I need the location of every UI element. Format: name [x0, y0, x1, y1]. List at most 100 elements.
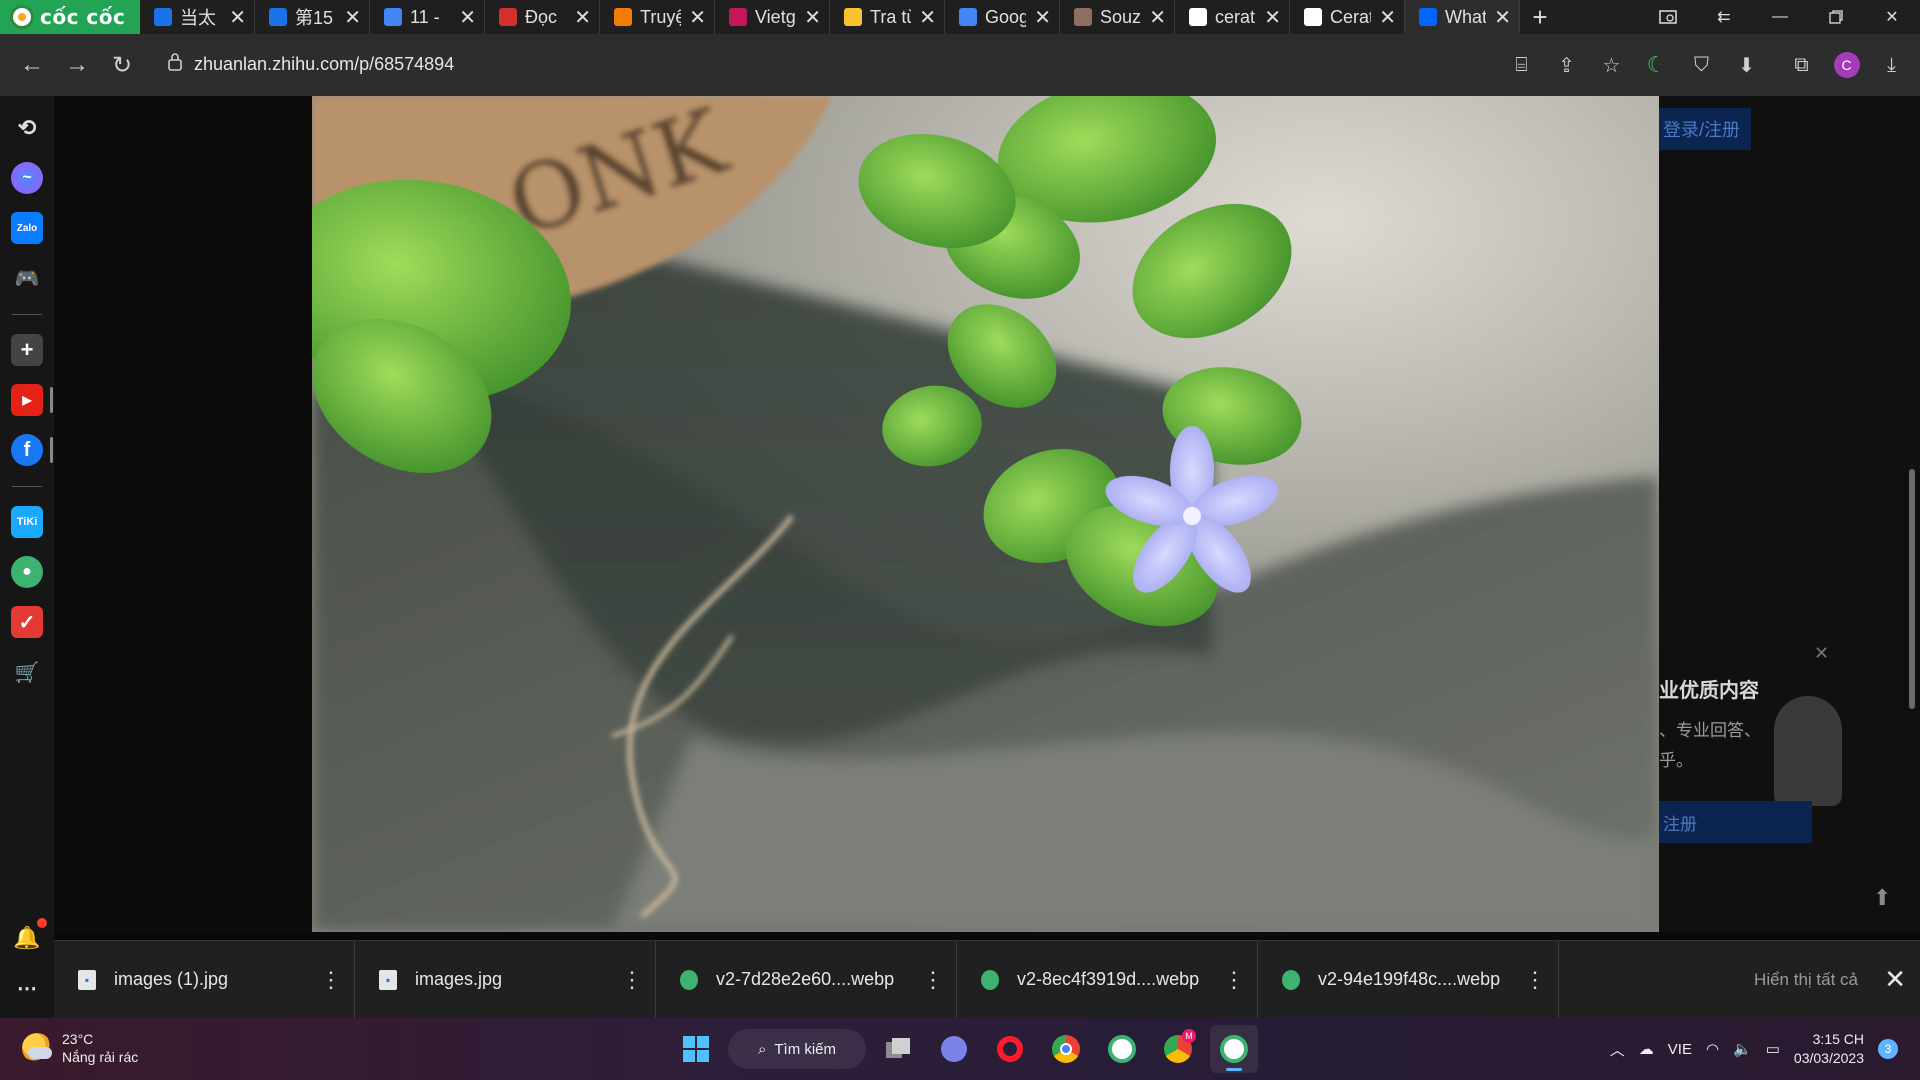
task-view-icon[interactable] — [874, 1025, 922, 1073]
battery-icon[interactable]: ▭ — [1766, 1040, 1780, 1058]
adblock-shield-icon[interactable]: ⛉ — [1679, 43, 1724, 88]
tab-6[interactable]: Tra từ ✕ — [830, 0, 945, 34]
clock-time: 3:15 CH — [1812, 1031, 1864, 1047]
dict-icon — [844, 8, 862, 26]
add-sidebar-app-icon[interactable]: + — [11, 334, 43, 366]
back-button[interactable]: ← — [10, 43, 54, 87]
more-options-icon[interactable]: ⋯ — [11, 972, 43, 1004]
profile-avatar[interactable]: C — [1824, 43, 1869, 88]
close-tab-icon[interactable]: ✕ — [1264, 5, 1281, 30]
history-icon[interactable]: ⟲ — [11, 112, 43, 144]
tab-1[interactable]: 第15 ✕ — [255, 0, 370, 34]
address-bar[interactable]: zhuanlan.zhihu.com/p/68574894 — [154, 41, 1504, 87]
bookmark-star-icon[interactable]: ☆ — [1589, 43, 1634, 88]
close-tab-icon[interactable]: ✕ — [574, 5, 591, 30]
language-indicator[interactable]: VIE — [1668, 1041, 1692, 1058]
url-text[interactable]: zhuanlan.zhihu.com/p/68574894 — [194, 54, 454, 75]
onedrive-cloud-icon[interactable]: ☁ — [1639, 1040, 1654, 1058]
tab-0[interactable]: 当太 ✕ — [140, 0, 255, 34]
tiki-icon[interactable]: TiKi — [11, 506, 43, 538]
close-tab-icon[interactable]: ✕ — [804, 5, 821, 30]
back-forward-cache-icon[interactable]: ⇇ — [1696, 0, 1752, 34]
download-item[interactable]: ▪ images (1).jpg ⋮ — [54, 940, 355, 1019]
wifi-icon[interactable]: ◠ — [1706, 1040, 1719, 1058]
extensions-puzzle-icon[interactable]: ⧉ — [1779, 43, 1824, 88]
coccoc-taskbar-icon[interactable] — [1098, 1025, 1146, 1073]
download-menu-icon[interactable]: ⋮ — [1219, 967, 1249, 993]
tab-search-icon[interactable] — [1640, 0, 1696, 34]
teams-chat-icon[interactable] — [930, 1025, 978, 1073]
zalo-icon[interactable]: Zalo — [11, 212, 43, 244]
close-download-bar-icon[interactable]: ✕ — [1884, 964, 1906, 995]
coccoc-active-icon[interactable] — [1210, 1025, 1258, 1073]
youtube-icon[interactable]: ▶ — [11, 384, 43, 416]
register-button[interactable]: 注册 — [1659, 801, 1812, 843]
tab-7[interactable]: Goog ✕ — [945, 0, 1060, 34]
close-tab-icon[interactable]: ✕ — [1034, 5, 1051, 30]
notification-badge[interactable]: 3 — [1878, 1039, 1898, 1059]
shopping-cart-icon[interactable]: 🛒 — [11, 656, 43, 688]
coccoc-game-icon[interactable]: ● — [11, 556, 43, 588]
downloads-icon[interactable]: ⤓ — [1869, 43, 1914, 88]
close-tab-icon[interactable]: ✕ — [1379, 5, 1396, 30]
download-menu-icon[interactable]: ⋮ — [918, 967, 948, 993]
tab-11[interactable]: What ✕ — [1405, 0, 1520, 34]
close-icon[interactable]: ✕ — [1814, 643, 1829, 664]
clock[interactable]: 3:15 CH 03/03/2023 — [1794, 1030, 1864, 1068]
taskbar-search-button[interactable]: ⌕ Tìm kiếm — [728, 1029, 866, 1069]
reload-button[interactable]: ↻ — [100, 43, 144, 87]
windows-start-icon[interactable] — [672, 1025, 720, 1073]
download-menu-icon[interactable]: ⋮ — [316, 967, 346, 993]
tab-8[interactable]: Souz ✕ — [1060, 0, 1175, 34]
close-tab-icon[interactable]: ✕ — [459, 5, 476, 30]
forward-button[interactable]: → — [55, 43, 99, 87]
w-icon — [614, 8, 632, 26]
docs-icon — [384, 8, 402, 26]
dark-mode-moon-icon[interactable]: ☾ — [1634, 43, 1679, 88]
chrome-profile-icon[interactable]: M — [1154, 1025, 1202, 1073]
coccoc-file-icon — [981, 969, 999, 990]
close-tab-icon[interactable]: ✕ — [229, 5, 246, 30]
restore-button[interactable] — [1808, 0, 1864, 34]
minimize-button[interactable]: — — [1752, 0, 1808, 34]
download-item[interactable]: v2-8ec4f3919d....webp ⋮ — [957, 940, 1258, 1019]
download-item[interactable]: v2-94e199f48c....webp ⋮ — [1258, 940, 1559, 1019]
chrome-icon[interactable] — [1042, 1025, 1090, 1073]
close-tab-icon[interactable]: ✕ — [344, 5, 361, 30]
download-menu-icon[interactable]: ⋮ — [617, 967, 647, 993]
show-all-downloads-link[interactable]: Hiển thị tất cả — [1754, 970, 1858, 990]
scrollbar-thumb[interactable] — [1909, 469, 1915, 709]
download-item[interactable]: ▪ images.jpg ⋮ — [355, 940, 656, 1019]
close-tab-icon[interactable]: ✕ — [689, 5, 706, 30]
coccoc-logo[interactable]: cốc cốc — [0, 0, 140, 34]
messenger-icon[interactable]: ~ — [11, 162, 43, 194]
tab-4[interactable]: Truyệ ✕ — [600, 0, 715, 34]
tab-10[interactable]: Cerat ✕ — [1290, 0, 1405, 34]
close-window-button[interactable]: ✕ — [1864, 0, 1920, 34]
share-icon[interactable]: ⇪ — [1544, 43, 1589, 88]
savior-download-icon[interactable]: ⬇ — [1724, 43, 1769, 88]
facebook-icon[interactable]: f — [11, 434, 43, 466]
weather-text: Nắng rải rác — [62, 1049, 139, 1065]
opera-icon[interactable] — [986, 1025, 1034, 1073]
tab-2[interactable]: 11 - ✕ — [370, 0, 485, 34]
volume-icon[interactable]: 🔈 — [1733, 1040, 1752, 1058]
tab-3[interactable]: Đọc ✕ — [485, 0, 600, 34]
close-tab-icon[interactable]: ✕ — [1149, 5, 1166, 30]
close-tab-icon[interactable]: ✕ — [919, 5, 936, 30]
tab-9[interactable]: cerat ✕ — [1175, 0, 1290, 34]
translate-icon[interactable]: ⌸ — [1499, 43, 1544, 88]
show-hidden-icons-chevron-icon[interactable]: ︿ — [1610, 1039, 1625, 1060]
page-scrollbar[interactable] — [1904, 96, 1920, 932]
close-tab-icon[interactable]: ✕ — [1494, 5, 1511, 30]
login-register-button[interactable]: 登录/注册 — [1659, 108, 1751, 150]
download-item[interactable]: v2-7d28e2e60....webp ⋮ — [656, 940, 957, 1019]
todo-check-icon[interactable]: ✓ — [11, 606, 43, 638]
back-to-top-icon[interactable]: ⬆ — [1873, 885, 1897, 910]
download-menu-icon[interactable]: ⋮ — [1520, 967, 1550, 993]
new-tab-button[interactable]: + — [1520, 0, 1560, 34]
zhihu-z-icon — [269, 8, 287, 26]
weather-widget[interactable]: 23°C Nắng rải rác — [22, 1030, 138, 1066]
game-controller-icon[interactable]: 🎮 — [11, 262, 43, 294]
tab-5[interactable]: Vietg ✕ — [715, 0, 830, 34]
